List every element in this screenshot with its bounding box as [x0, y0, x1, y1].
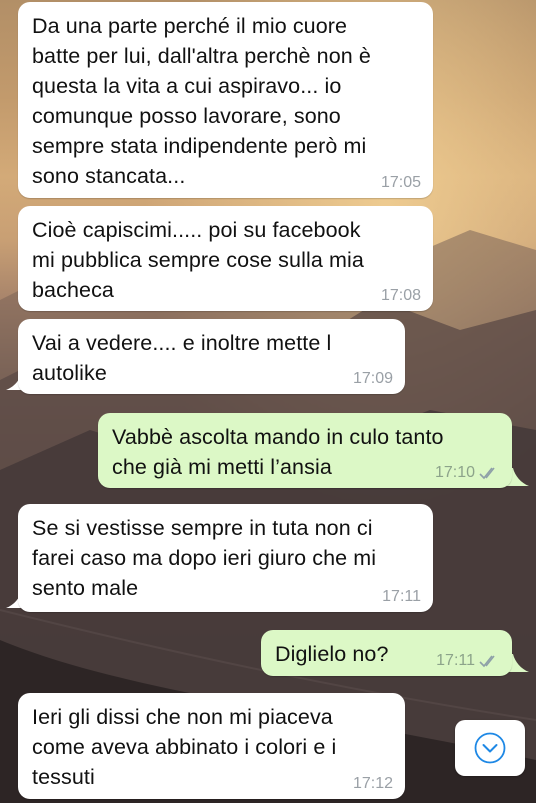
message-time: 17:05: [380, 174, 421, 191]
message-text: Se si vestisse sempre in tuta non ci far…: [32, 516, 377, 600]
message-bubble-outgoing[interactable]: Vabbè ascolta mando in culo tanto che gi…: [98, 413, 512, 488]
message-text: Ieri gli dissi che non mi piaceva come a…: [32, 705, 337, 789]
message-time: 17:11: [436, 652, 475, 669]
message-bubble-incoming[interactable]: Vai a vedere.... e inoltre mette l autol…: [18, 319, 405, 394]
message-time: 17:08: [380, 287, 421, 304]
message-text: Vai a vedere.... e inoltre mette l autol…: [32, 331, 332, 385]
message-time: 17:09: [352, 370, 393, 387]
message-time: 17:10: [434, 464, 475, 481]
message-bubble-incoming[interactable]: Se si vestisse sempre in tuta non ci far…: [18, 504, 433, 612]
message-time: 17:11: [382, 588, 421, 605]
double-check-icon: [479, 467, 495, 480]
message-bubble-incoming[interactable]: Cioè capiscimi..... poi su facebook mi p…: [18, 206, 433, 311]
scroll-to-bottom-button[interactable]: [455, 720, 525, 776]
message-text: Da una parte perché il mio cuore batte p…: [32, 14, 371, 188]
message-bubble-incoming[interactable]: Da una parte perché il mio cuore batte p…: [18, 2, 433, 198]
double-check-icon: [479, 655, 495, 668]
message-bubble-outgoing[interactable]: Diglielo no? 17:11: [261, 630, 512, 676]
message-text: Cioè capiscimi..... poi su facebook mi p…: [32, 218, 364, 302]
chevron-down-icon: [474, 732, 506, 764]
message-bubble-incoming[interactable]: Ieri gli dissi che non mi piaceva come a…: [18, 693, 405, 799]
chat-message-list[interactable]: Da una parte perché il mio cuore batte p…: [0, 0, 536, 803]
message-time: 17:12: [352, 775, 393, 792]
